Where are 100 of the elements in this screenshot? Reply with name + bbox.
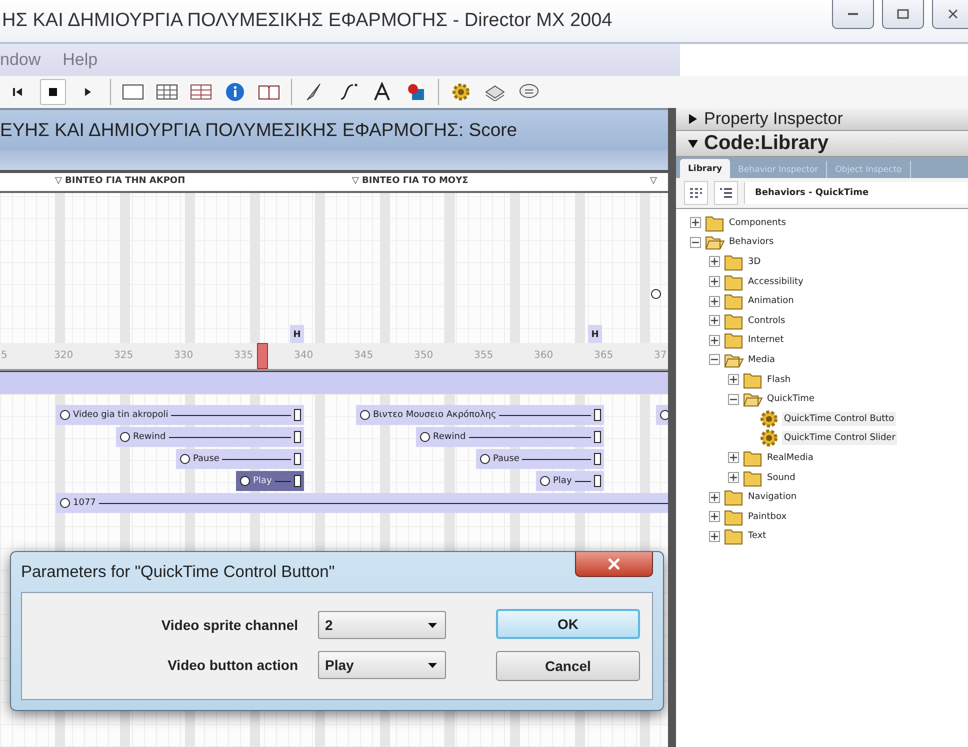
library-category-select[interactable]: Behaviors - QuickTime <box>744 182 968 204</box>
sprite-span[interactable]: Βιντεο Μουσειο Ακρόπολης <box>356 405 604 425</box>
plus-icon <box>692 219 699 226</box>
close-button[interactable] <box>932 0 968 29</box>
folder-icon <box>743 370 763 389</box>
rewind-icon <box>13 87 23 97</box>
plus-icon <box>730 376 737 384</box>
plus-icon <box>730 474 737 482</box>
maximize-button[interactable] <box>882 0 924 29</box>
dialog-button[interactable]: Cancel <box>496 651 640 681</box>
folder-item[interactable]: Media <box>748 354 776 365</box>
dropdown[interactable]: 2 <box>318 611 446 639</box>
frame-number: 340 <box>294 350 314 361</box>
expand-toggle[interactable] <box>709 256 720 268</box>
score-window-title: ΕΥΗΣ ΚΑΙ ΔΗΜΙΟΥΡΓΙΑ ΠΟΛΥΜΕΣΙΚΗΣ ΕΦΑΡΜΟΓΗΣ: Score <box>0 119 518 141</box>
folder-item[interactable]: Sound <box>767 472 796 483</box>
sprite-span[interactable]: Rewind <box>116 427 304 447</box>
plus-icon <box>711 278 718 286</box>
sprite-span[interactable]: 1077 <box>56 493 668 513</box>
caret-down-icon <box>688 138 698 148</box>
frame-script-mark: H <box>588 325 602 345</box>
plus-icon <box>711 336 718 344</box>
folder-item[interactable]: Internet <box>748 335 784 346</box>
expand-toggle[interactable] <box>728 472 739 484</box>
expand-toggle[interactable] <box>709 296 720 307</box>
folder-item[interactable]: 3D <box>748 256 761 267</box>
folder-item[interactable]: Components <box>729 218 786 228</box>
folder-item[interactable]: Accessibility <box>748 276 804 287</box>
folder-item[interactable]: Navigation <box>748 492 797 502</box>
sprite-span[interactable]: Pause <box>476 449 604 469</box>
folder-item[interactable]: Animation <box>748 296 794 306</box>
folder-icon <box>705 214 725 232</box>
folder-icon <box>724 508 744 526</box>
folder-item[interactable]: Paintbox <box>748 512 787 522</box>
frame-marker[interactable]: ▽ ΒΙΝΤΕΟ ΓΙΑ ΤΗΝ ΑΚΡΟΠ <box>55 176 186 186</box>
sprite-span[interactable]: Play <box>236 471 304 491</box>
tab[interactable]: Library <box>680 159 730 178</box>
frame-number: 325 <box>114 350 134 361</box>
expand-toggle[interactable] <box>728 374 739 386</box>
plus-icon <box>711 494 718 501</box>
frame-number: 330 <box>174 350 194 361</box>
thumbnail-view-button[interactable] <box>684 181 708 205</box>
field-label: Video sprite channel <box>160 617 298 633</box>
frame-number: 365 <box>594 350 614 361</box>
list-icon <box>719 187 733 199</box>
frame-number: 350 <box>414 350 434 361</box>
folder-icon <box>724 272 744 291</box>
folder-item[interactable]: Behaviors <box>729 237 774 248</box>
stop-button[interactable] <box>40 79 66 105</box>
minimize-button[interactable] <box>832 0 874 29</box>
expand-toggle[interactable] <box>728 452 739 464</box>
expand-toggle[interactable] <box>690 217 701 228</box>
expand-toggle[interactable] <box>709 315 720 326</box>
behavior-item[interactable]: QuickTime Control Slider <box>782 431 898 446</box>
folder-icon <box>743 448 763 467</box>
sprite-span[interactable]: Play <box>536 471 604 491</box>
frame-number: 355 <box>474 350 494 361</box>
expand-toggle[interactable] <box>709 511 720 522</box>
caret-icon <box>428 622 437 628</box>
info-icon[interactable] <box>223 80 247 104</box>
collapse-toggle[interactable] <box>728 394 739 405</box>
frame-script-mark: H <box>290 325 304 345</box>
dialog-button[interactable]: OK <box>496 609 640 639</box>
behavior-item[interactable]: QuickTime Control Butto <box>782 412 896 426</box>
panel-header[interactable]: Code:Library <box>676 131 968 157</box>
folder-icon <box>724 331 744 350</box>
collapse-toggle[interactable] <box>709 354 720 366</box>
expand-toggle[interactable] <box>709 276 720 288</box>
close-button[interactable] <box>575 552 653 577</box>
folder-item[interactable]: Text <box>748 531 766 542</box>
list-view-button[interactable] <box>714 181 738 205</box>
window-title: ΗΣ ΚΑΙ ΔΗΜΙΟΥΡΓΙΑ ΠΟΛΥΜΕΣΙΚΗΣ ΕΦΑΡΜΟΓΗΣ - Director MX 2004 <box>1 10 612 32</box>
expand-toggle[interactable] <box>709 530 720 542</box>
expand-toggle[interactable] <box>709 334 720 346</box>
frame-number: 37 <box>654 350 667 361</box>
sprite-span[interactable]: Rewind <box>416 427 604 447</box>
folder-item[interactable]: Controls <box>748 316 786 326</box>
collapse-toggle[interactable] <box>690 236 701 248</box>
frame-number: 360 <box>534 350 554 361</box>
folder-item[interactable]: QuickTime <box>767 394 814 404</box>
frame-marker[interactable]: ▽ <box>650 176 657 186</box>
play-icon <box>84 87 92 97</box>
gear-icon <box>760 429 778 448</box>
minimize-icon <box>848 13 858 15</box>
plus-icon <box>711 317 718 324</box>
folder-icon <box>724 488 744 506</box>
frame-marker[interactable]: ▽ ΒΙΝΤΕΟ ΓΙΑ ΤΟ ΜΟΥΣ <box>352 176 468 186</box>
folder-item[interactable]: RealMedia <box>767 452 814 463</box>
maximize-icon <box>897 9 909 19</box>
folder-item[interactable]: Flash <box>767 374 791 385</box>
sprite-span[interactable]: Pause <box>176 449 304 469</box>
gear-icon <box>760 410 778 428</box>
panel-header[interactable]: Property Inspector <box>676 108 968 131</box>
plus-icon <box>711 532 718 540</box>
dropdown[interactable]: Play <box>318 651 446 679</box>
expand-toggle[interactable] <box>709 492 720 503</box>
plus-icon <box>730 454 737 462</box>
caret-right-icon <box>688 114 698 124</box>
folder-icon <box>724 292 744 310</box>
sprite-span[interactable]: Video gia tin akropoli <box>56 405 304 425</box>
